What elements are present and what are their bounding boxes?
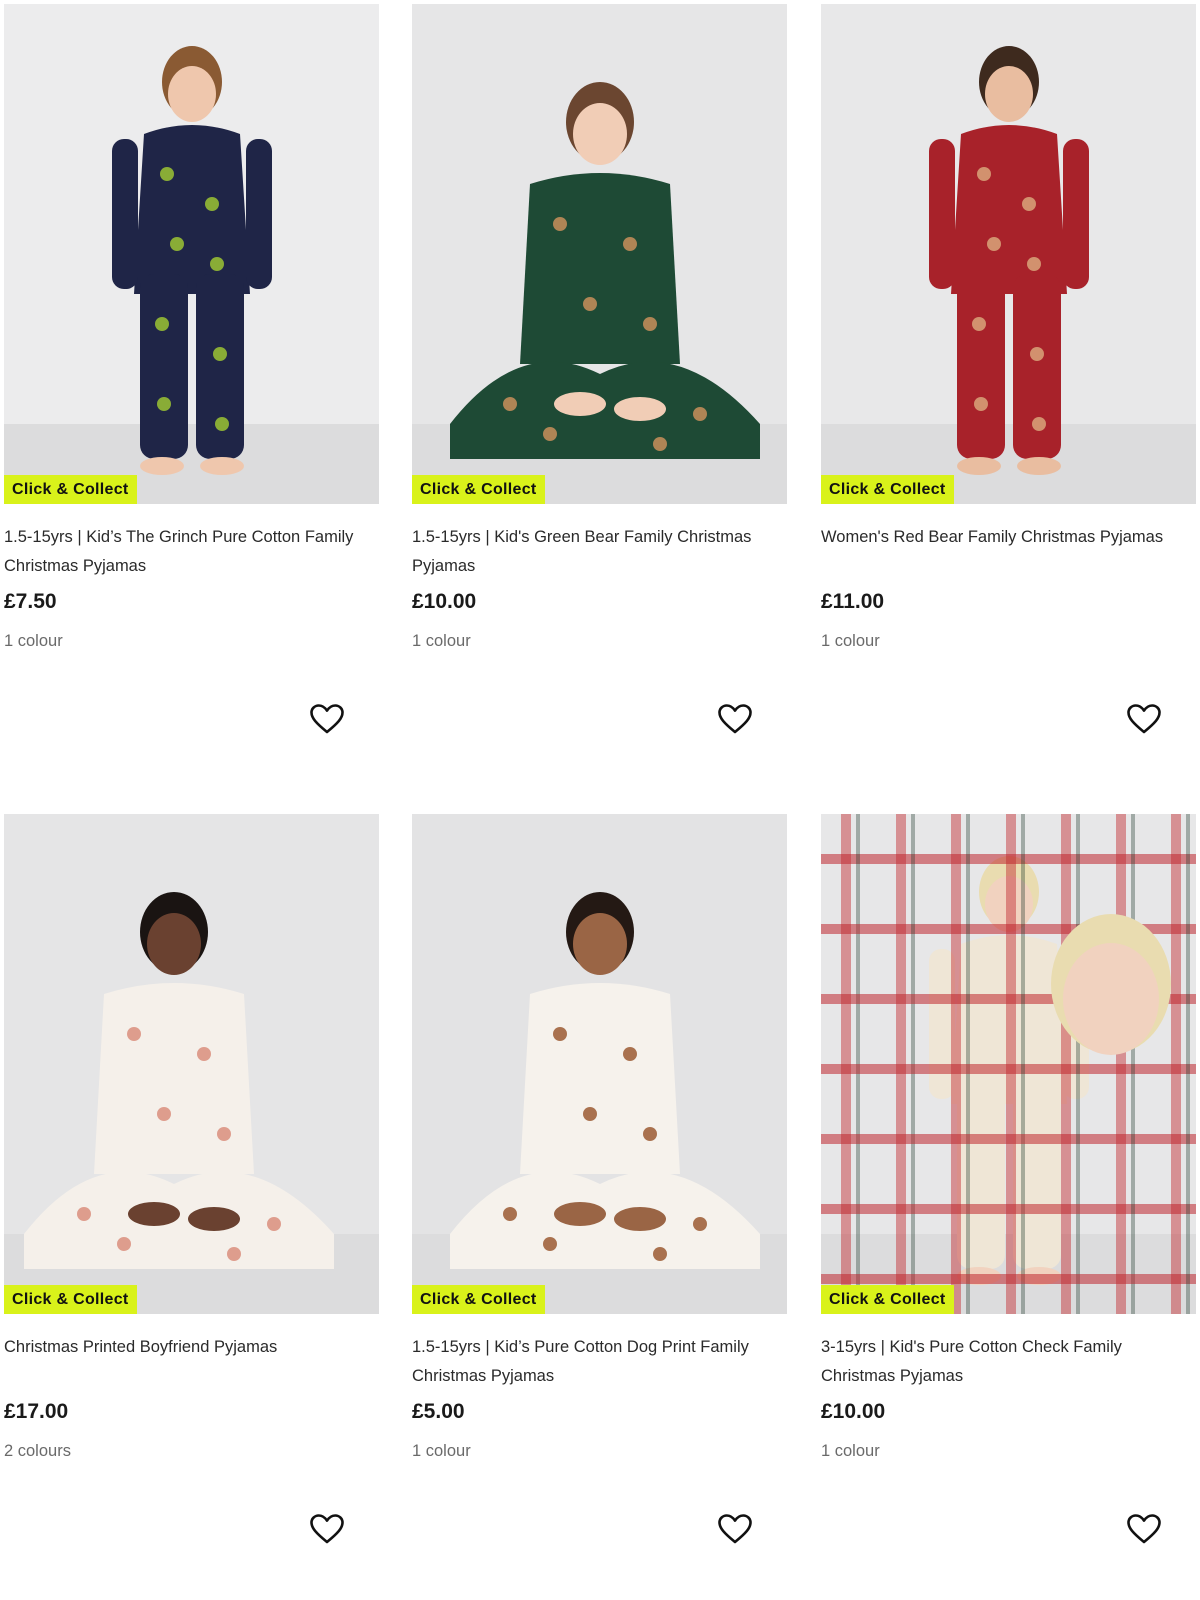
product-title[interactable]: Christmas Printed Boyfriend Pyjamas — [4, 1333, 376, 1362]
heart-outline-icon — [310, 1514, 344, 1544]
click-collect-badge: Click & Collect — [4, 1285, 137, 1314]
heart-outline-icon — [718, 704, 752, 734]
badge-wrap: Click & Collect — [821, 4, 1196, 504]
product-card[interactable]: Click & Collect 1.5-15yrs | Kid’s The Gr… — [4, 0, 379, 790]
click-collect-badge: Click & Collect — [821, 475, 954, 504]
product-card[interactable]: Click & Collect Christmas Printed Boyfri… — [4, 810, 379, 1600]
click-collect-badge: Click & Collect — [412, 1285, 545, 1314]
wishlist-button[interactable] — [1123, 698, 1165, 740]
heart-outline-icon — [1127, 1514, 1161, 1544]
colour-count: 2 colours — [4, 1442, 71, 1460]
product-card[interactable]: Click & Collect 3-15yrs | Kid's Pure Cot… — [821, 810, 1196, 1600]
product-card[interactable]: Click & Collect Women's Red Bear Family … — [821, 0, 1196, 790]
product-price: £11.00 — [821, 590, 885, 613]
product-price: £10.00 — [821, 1400, 886, 1423]
wishlist-button[interactable] — [306, 1508, 348, 1550]
product-price: £7.50 — [4, 590, 57, 613]
heart-outline-icon — [310, 704, 344, 734]
wishlist-button[interactable] — [714, 1508, 756, 1550]
product-title[interactable]: 1.5-15yrs | Kid’s Pure Cotton Dog Print … — [412, 1333, 784, 1391]
product-title[interactable]: 3-15yrs | Kid's Pure Cotton Check Family… — [821, 1333, 1193, 1391]
click-collect-badge: Click & Collect — [4, 475, 137, 504]
product-title[interactable]: Women's Red Bear Family Christmas Pyjama… — [821, 523, 1193, 552]
badge-wrap: Click & Collect — [412, 814, 787, 1314]
product-title[interactable]: 1.5-15yrs | Kid's Green Bear Family Chri… — [412, 523, 784, 581]
colour-count: 1 colour — [4, 632, 63, 650]
product-card[interactable]: Click & Collect 1.5-15yrs | Kid's Green … — [412, 0, 787, 790]
product-title[interactable]: 1.5-15yrs | Kid’s The Grinch Pure Cotton… — [4, 523, 376, 581]
colour-count: 1 colour — [821, 1442, 880, 1460]
product-grid: Click & Collect 1.5-15yrs | Kid’s The Gr… — [0, 0, 1200, 1549]
badge-wrap: Click & Collect — [412, 4, 787, 504]
click-collect-badge: Click & Collect — [412, 475, 545, 504]
badge-wrap: Click & Collect — [4, 814, 379, 1314]
wishlist-button[interactable] — [1123, 1508, 1165, 1550]
heart-outline-icon — [1127, 704, 1161, 734]
wishlist-button[interactable] — [714, 698, 756, 740]
product-card[interactable]: Click & Collect 1.5-15yrs | Kid’s Pure C… — [412, 810, 787, 1600]
heart-outline-icon — [718, 1514, 752, 1544]
product-price: £5.00 — [412, 1400, 465, 1423]
colour-count: 1 colour — [412, 632, 471, 650]
badge-wrap: Click & Collect — [821, 814, 1196, 1314]
product-price: £17.00 — [4, 1400, 69, 1423]
colour-count: 1 colour — [412, 1442, 471, 1460]
click-collect-badge: Click & Collect — [821, 1285, 954, 1314]
colour-count: 1 colour — [821, 632, 880, 650]
product-price: £10.00 — [412, 590, 477, 613]
badge-wrap: Click & Collect — [4, 4, 379, 504]
wishlist-button[interactable] — [306, 698, 348, 740]
